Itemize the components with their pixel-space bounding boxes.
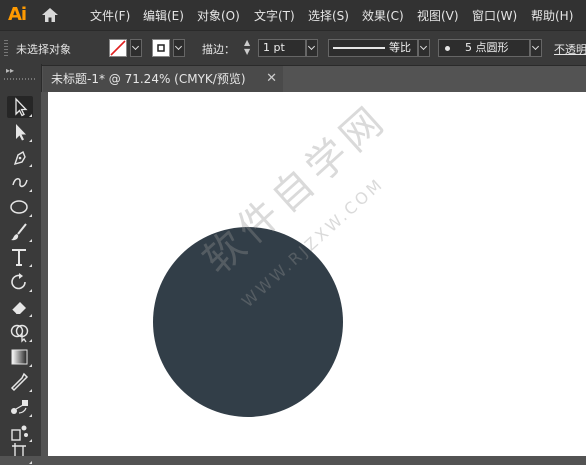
profile-label: 等比	[389, 41, 411, 54]
curvature-tool-icon[interactable]	[7, 171, 33, 193]
stroke-weight-dropdown[interactable]	[306, 39, 318, 57]
gradient-tool-icon[interactable]	[7, 346, 33, 368]
collapse-panel-icon[interactable]: ▸▸	[6, 66, 14, 75]
type-tool-icon[interactable]	[7, 246, 33, 268]
menu-window[interactable]: 窗口(W)	[472, 7, 517, 24]
eraser-tool-icon[interactable]	[7, 296, 33, 318]
control-bar: 未选择对象 描边： ▲ ▼ 1 pt 等比 5 点圆形 不透明	[0, 30, 586, 66]
menu-view[interactable]: 视图(V)	[417, 7, 459, 24]
artboard-tool-icon[interactable]	[7, 443, 33, 465]
symbol-sprayer-tool-icon[interactable]	[7, 421, 33, 443]
fill-swatch[interactable]	[109, 39, 127, 57]
brush-label: 5 点圆形	[465, 41, 509, 54]
menu-effect[interactable]: 效果(C)	[362, 7, 404, 24]
profile-line-icon	[333, 47, 385, 49]
menu-bar: Ai 文件(F) 编辑(E) 对象(O) 文字(T) 选择(S) 效果(C) 视…	[0, 0, 586, 30]
brush-definition[interactable]: 5 点圆形	[438, 39, 530, 57]
menu-file[interactable]: 文件(F)	[90, 7, 130, 24]
profile-dropdown[interactable]	[418, 39, 430, 57]
document-tab-bar: 未标题-1* @ 71.24% (CMYK/预览) ✕	[41, 66, 586, 92]
stroke-dropdown[interactable]	[173, 39, 185, 57]
menu-type[interactable]: 文字(T)	[254, 7, 295, 24]
menu-help[interactable]: 帮助(H)	[531, 7, 573, 24]
document-tab-title: 未标题-1* @ 71.24% (CMYK/预览)	[51, 72, 246, 86]
document-tab[interactable]: 未标题-1* @ 71.24% (CMYK/预览) ✕	[43, 66, 283, 92]
app-logo: Ai	[8, 4, 27, 25]
selection-status: 未选择对象	[16, 43, 71, 56]
menu-object[interactable]: 对象(O)	[197, 7, 240, 24]
direct-selection-tool-icon[interactable]	[7, 121, 33, 143]
stroke-stepper-icon[interactable]: ▲ ▼	[244, 38, 250, 56]
control-bar-grip[interactable]	[4, 40, 8, 56]
tools-panel-grip[interactable]	[4, 78, 36, 80]
selection-tool-icon[interactable]	[7, 96, 33, 118]
stroke-weight-input[interactable]: 1 pt	[258, 39, 306, 57]
eyedropper-tool-icon[interactable]	[7, 371, 33, 393]
close-icon[interactable]: ✕	[266, 66, 277, 92]
fill-dropdown[interactable]	[130, 39, 142, 57]
stroke-label: 描边：	[202, 43, 235, 56]
artboard-canvas[interactable]: 软件自学网 WWW.RJZXW.COM	[41, 92, 586, 456]
opacity-link[interactable]: 不透明	[554, 41, 586, 57]
pen-tool-icon[interactable]	[7, 146, 33, 168]
blend-tool-icon[interactable]	[7, 396, 33, 418]
variable-width-profile[interactable]: 等比	[328, 39, 418, 57]
shape-builder-tool-icon[interactable]	[7, 321, 33, 343]
tools-panel: ▸▸	[0, 64, 42, 464]
stroke-swatch[interactable]	[152, 39, 170, 57]
home-icon[interactable]	[40, 5, 60, 28]
round-brush-icon	[445, 46, 450, 51]
rotate-tool-icon[interactable]	[7, 271, 33, 293]
brush-dropdown[interactable]	[530, 39, 542, 57]
ellipse-tool-icon[interactable]	[7, 196, 33, 218]
menu-select[interactable]: 选择(S)	[308, 7, 349, 24]
paintbrush-tool-icon[interactable]	[7, 221, 33, 243]
menu-edit[interactable]: 编辑(E)	[143, 7, 184, 24]
